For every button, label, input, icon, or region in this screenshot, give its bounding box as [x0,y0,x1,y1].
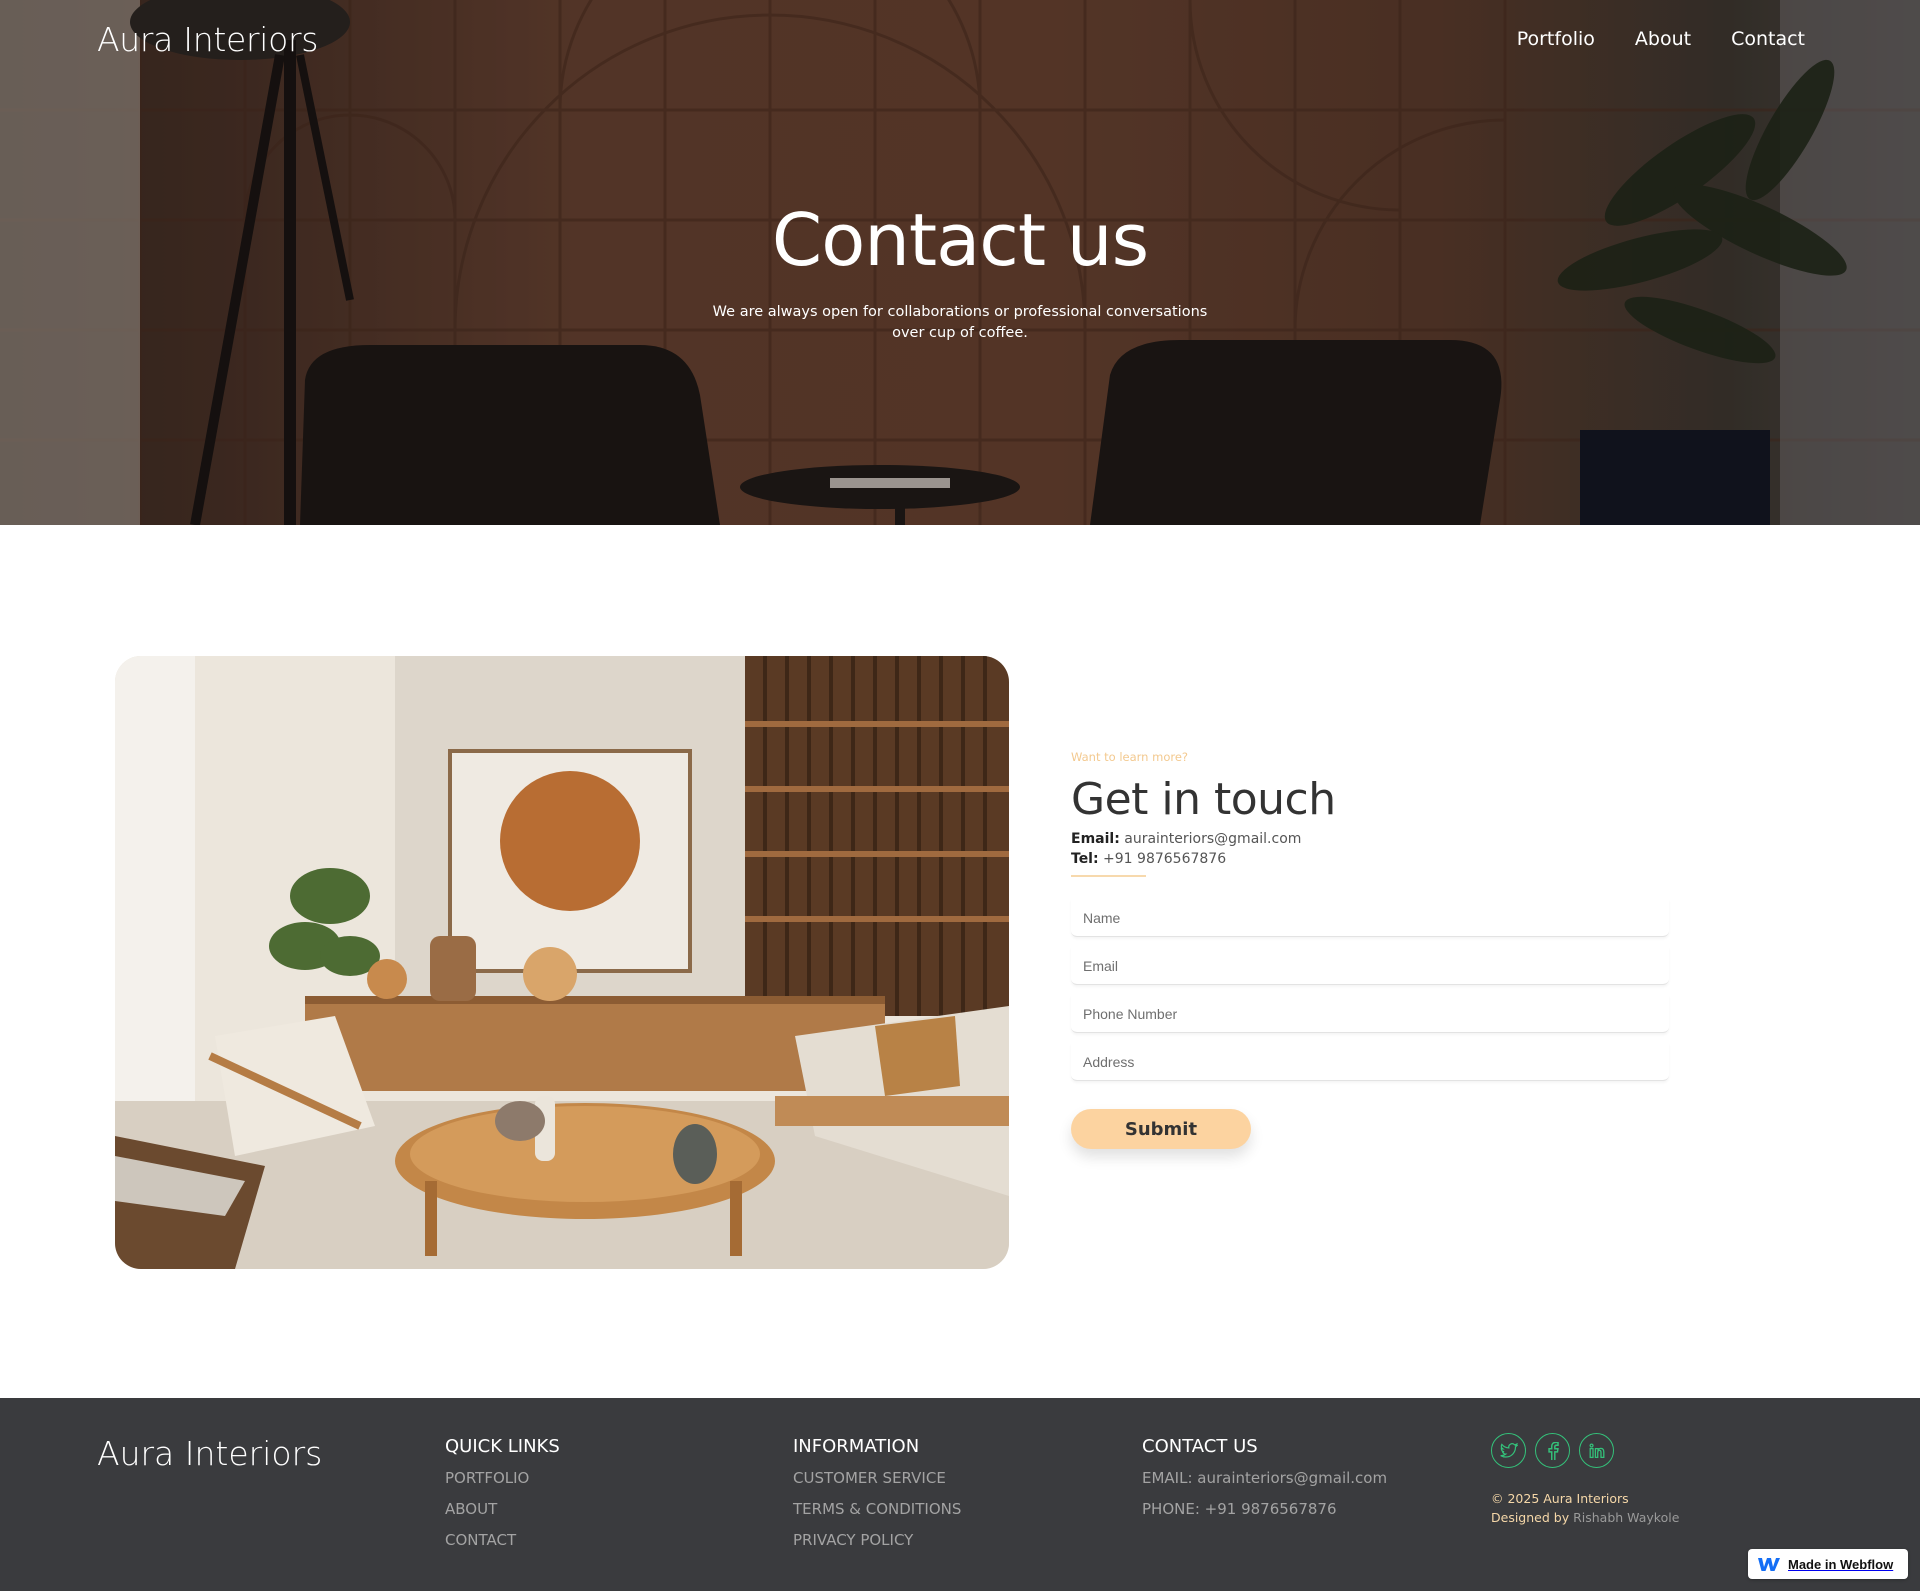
contact-tel-line: Tel: +91 9876567876 [1071,851,1671,867]
hero-subtitle: We are always open for collaborations or… [712,304,1208,341]
webflow-logo-icon [1758,1558,1780,1571]
copyright-block: © 2025 Aura Interiors Designed by Rishab… [1491,1489,1679,1527]
footer-link-portfolio[interactable]: PORTFOLIO [445,1463,560,1494]
nav-link-contact[interactable]: Contact [1731,28,1805,50]
main-nav: Portfolio About Contact [1517,28,1805,50]
facebook-icon[interactable] [1535,1433,1570,1468]
footer-brand[interactable]: Aura Interiors [97,1434,322,1473]
footer-email[interactable]: EMAIL: aurainteriors@gmail.com [1142,1463,1387,1494]
contact-eyebrow: Want to learn more? [1071,750,1189,764]
footer-quick-links: QUICK LINKS PORTFOLIO ABOUT CONTACT [445,1436,560,1556]
email-input[interactable] [1071,947,1669,985]
footer-contact-us: CONTACT US EMAIL: aurainteriors@gmail.co… [1142,1436,1387,1525]
footer: Aura Interiors QUICK LINKS PORTFOLIO ABO… [0,1398,1920,1591]
webflow-badge-label: Made in Webflow [1788,1556,1894,1572]
contact-title: Get in touch [1071,774,1336,825]
nav-link-about[interactable]: About [1635,28,1691,50]
submit-button[interactable]: Submit [1071,1109,1251,1149]
nav-link-portfolio[interactable]: Portfolio [1517,28,1595,50]
address-input[interactable] [1071,1043,1669,1081]
footer-link-privacy[interactable]: PRIVACY POLICY [793,1525,961,1556]
information-heading: INFORMATION [793,1436,920,1457]
interior-photo [115,656,1009,1269]
quick-links-heading: QUICK LINKS [445,1436,560,1457]
social-links [1491,1433,1614,1468]
email-value[interactable]: aurainteriors@gmail.com [1124,831,1301,847]
footer-phone[interactable]: PHONE: +91 9876567876 [1142,1494,1387,1525]
footer-link-about[interactable]: ABOUT [445,1494,560,1525]
hero-title: Contact us [771,198,1149,282]
email-label: Email: [1071,831,1120,847]
designed-by-label: Designed by [1491,1510,1570,1525]
tel-label: Tel: [1071,851,1099,867]
footer-link-customer-service[interactable]: CUSTOMER SERVICE [793,1463,961,1494]
linkedin-icon[interactable] [1579,1433,1614,1468]
copyright-text: © 2025 Aura Interiors [1491,1491,1629,1506]
footer-information: INFORMATION CUSTOMER SERVICE TERMS & CON… [793,1436,961,1556]
name-input[interactable] [1071,899,1669,937]
brand-logo[interactable]: Aura Interiors [97,20,318,59]
accent-divider [1071,875,1146,877]
phone-input[interactable] [1071,995,1669,1033]
made-in-webflow-badge[interactable]: Made in Webflow [1748,1549,1908,1579]
contact-us-heading: CONTACT US [1142,1436,1258,1457]
contact-email-line: Email: aurainteriors@gmail.com [1071,831,1671,847]
hero-section: Aura Interiors Portfolio About Contact C… [0,0,1920,525]
contact-form: Submit [1071,899,1671,1149]
designer-link[interactable]: Rishabh Waykole [1573,1510,1679,1525]
designed-by-line: Designed by Rishabh Waykole [1491,1508,1679,1527]
tel-value[interactable]: +91 9876567876 [1103,851,1226,867]
footer-link-terms[interactable]: TERMS & CONDITIONS [793,1494,961,1525]
contact-panel: Want to learn more? Get in touch Email: … [1071,750,1671,1149]
footer-link-contact[interactable]: CONTACT [445,1525,560,1556]
twitter-icon[interactable] [1491,1433,1526,1468]
